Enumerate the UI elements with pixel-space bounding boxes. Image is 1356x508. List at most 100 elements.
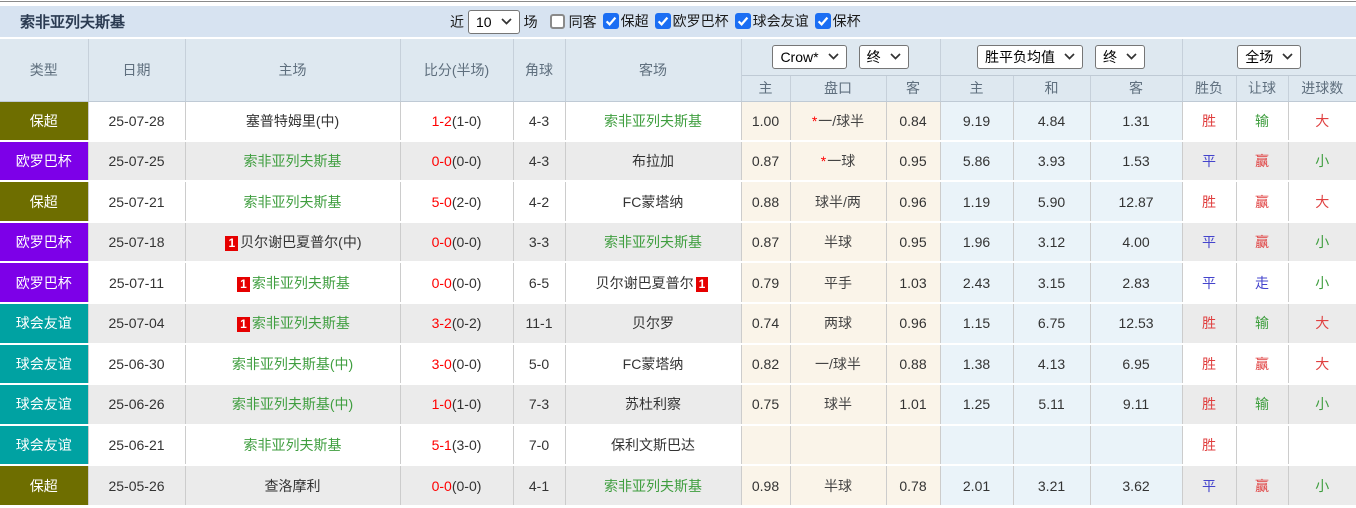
cell-avg-home: 1.96 — [940, 222, 1013, 263]
cell-avg-draw: 3.12 — [1013, 222, 1090, 263]
title-bar: 索非亚列夫斯基 近 10 场 同客 保超欧罗巴杯球会友谊保杯 — [0, 6, 1356, 37]
same-away-checkbox[interactable]: 同客 — [542, 12, 597, 32]
cell-corners: 3-3 — [513, 222, 565, 263]
cell-home-team: 1贝尔谢巴夏普尔(中) — [185, 222, 400, 263]
cell-avg-home: 2.43 — [940, 262, 1013, 303]
cell-competition: 欧罗巴杯 — [0, 262, 88, 303]
cell-avg-away: 12.53 — [1090, 303, 1182, 344]
cell-odds-home: 0.82 — [741, 344, 790, 385]
odds-dropdown-cell: Crow* 终 — [741, 39, 940, 75]
avg-time-select[interactable]: 终 — [1095, 45, 1145, 69]
red-card-badge: 1 — [237, 317, 250, 332]
filter-checkbox-保超[interactable]: 保超 — [597, 11, 649, 31]
cell-odds-away: 0.95 — [886, 222, 940, 263]
half-time-score: (1-0) — [452, 396, 482, 412]
cell-corners: 5-0 — [513, 344, 565, 385]
half-time-score: (0-0) — [452, 153, 482, 169]
cell-result-goals: 大 — [1288, 101, 1356, 141]
cell-odds-away: 0.96 — [886, 303, 940, 344]
half-time-score: (0-0) — [452, 275, 482, 291]
cell-odds-away: 0.78 — [886, 465, 940, 506]
team-name: FC蒙塔纳 — [623, 194, 684, 210]
avg-odds-select[interactable]: 胜平负均值 — [977, 45, 1083, 69]
cell-away-team: 贝尔谢巴夏普尔1 — [565, 262, 741, 303]
cell-away-team: 保利文斯巴达 — [565, 425, 741, 466]
cell-corners: 11-1 — [513, 303, 565, 344]
cell-home-team: 索非亚列夫斯基 — [185, 141, 400, 182]
cell-handicap-line — [790, 425, 886, 466]
cell-competition: 欧罗巴杯 — [0, 141, 88, 182]
cell-corners: 4-1 — [513, 465, 565, 506]
cell-avg-away: 1.53 — [1090, 141, 1182, 182]
cell-result-goals: 小 — [1288, 222, 1356, 263]
cell-odds-home: 0.87 — [741, 222, 790, 263]
cell-avg-home: 1.19 — [940, 181, 1013, 222]
cell-result-goals: 大 — [1288, 181, 1356, 222]
cell-score: 5-0(2-0) — [400, 181, 513, 222]
team-name: 塞普特姆里(中) — [246, 113, 339, 129]
cell-corners: 4-3 — [513, 141, 565, 182]
cell-competition: 欧罗巴杯 — [0, 222, 88, 263]
cell-avg-home: 1.25 — [940, 384, 1013, 425]
cell-avg-away: 6.95 — [1090, 344, 1182, 385]
team-name: 查洛摩利 — [265, 478, 321, 494]
cell-odds-home: 0.98 — [741, 465, 790, 506]
cell-date: 25-07-28 — [88, 101, 185, 141]
col-header-date: 日期 — [88, 39, 185, 101]
cell-avg-home: 1.38 — [940, 344, 1013, 385]
chevron-down-icon — [890, 53, 901, 60]
cell-result-handicap: 赢 — [1236, 181, 1288, 222]
cell-avg-away: 2.83 — [1090, 262, 1182, 303]
cell-result-goals — [1288, 425, 1356, 466]
recent-count-select[interactable]: 10 — [468, 10, 520, 34]
odds-provider-select[interactable]: Crow* — [772, 45, 846, 69]
sub-header-odds-away: 客 — [886, 75, 940, 101]
filter-controls: 近 10 场 同客 保超欧罗巴杯球会友谊保杯 — [446, 6, 861, 37]
cell-avg-home: 2.01 — [940, 465, 1013, 506]
cell-avg-draw: 4.84 — [1013, 101, 1090, 141]
team-name: 保利文斯巴达 — [611, 437, 695, 453]
odds-time-select[interactable]: 终 — [859, 45, 909, 69]
team-name: 索非亚列夫斯基 — [252, 315, 350, 331]
line-text: 一/球半 — [818, 113, 864, 129]
cell-score: 0-0(0-0) — [400, 465, 513, 506]
avg-odds-value: 胜平负均值 — [985, 47, 1055, 67]
checkbox-checked-icon — [655, 13, 671, 29]
cell-odds-home: 1.00 — [741, 101, 790, 141]
cell-away-team: 索非亚列夫斯基 — [565, 465, 741, 506]
cell-corners: 7-0 — [513, 425, 565, 466]
cell-date: 25-07-25 — [88, 141, 185, 182]
line-text: 一球 — [827, 153, 855, 169]
checkmark-icon — [815, 13, 831, 29]
cell-avg-away: 12.87 — [1090, 181, 1182, 222]
checkbox-checked-icon — [815, 13, 831, 29]
cell-away-team: 苏杜利察 — [565, 384, 741, 425]
cell-odds-away: 1.03 — [886, 262, 940, 303]
cell-away-team: 贝尔罗 — [565, 303, 741, 344]
cell-competition: 保超 — [0, 101, 88, 141]
cell-avg-home: 5.86 — [940, 141, 1013, 182]
cell-odds-away: 1.01 — [886, 384, 940, 425]
team-name: 布拉加 — [632, 153, 674, 169]
cell-avg-draw: 5.90 — [1013, 181, 1090, 222]
cell-corners: 7-3 — [513, 384, 565, 425]
half-time-score: (3-0) — [452, 437, 482, 453]
match-row: 球会友谊25-06-30索非亚列夫斯基(中)3-0(0-0)5-0FC蒙塔纳0.… — [0, 344, 1356, 385]
cell-avg-away: 4.00 — [1090, 222, 1182, 263]
full-time-score: 1-0 — [432, 396, 452, 412]
cell-date: 25-07-18 — [88, 222, 185, 263]
filter-label: 球会友谊 — [753, 11, 809, 31]
cell-avg-draw: 5.11 — [1013, 384, 1090, 425]
team-name: 索非亚列夫斯基(中) — [232, 356, 353, 372]
filter-checkbox-保杯[interactable]: 保杯 — [809, 11, 861, 31]
filter-checkbox-球会友谊[interactable]: 球会友谊 — [729, 11, 809, 31]
col-header-away: 客场 — [565, 39, 741, 101]
cell-result-handicap: 赢 — [1236, 141, 1288, 182]
period-select[interactable]: 全场 — [1237, 45, 1301, 69]
cell-odds-away — [886, 425, 940, 466]
full-time-score: 0-0 — [432, 234, 452, 250]
filter-checkbox-欧罗巴杯[interactable]: 欧罗巴杯 — [649, 11, 729, 31]
match-row: 欧罗巴杯25-07-111索非亚列夫斯基0-0(0-0)6-5贝尔谢巴夏普尔10… — [0, 262, 1356, 303]
checkmark-icon — [603, 13, 619, 29]
cell-avg-away: 1.31 — [1090, 101, 1182, 141]
